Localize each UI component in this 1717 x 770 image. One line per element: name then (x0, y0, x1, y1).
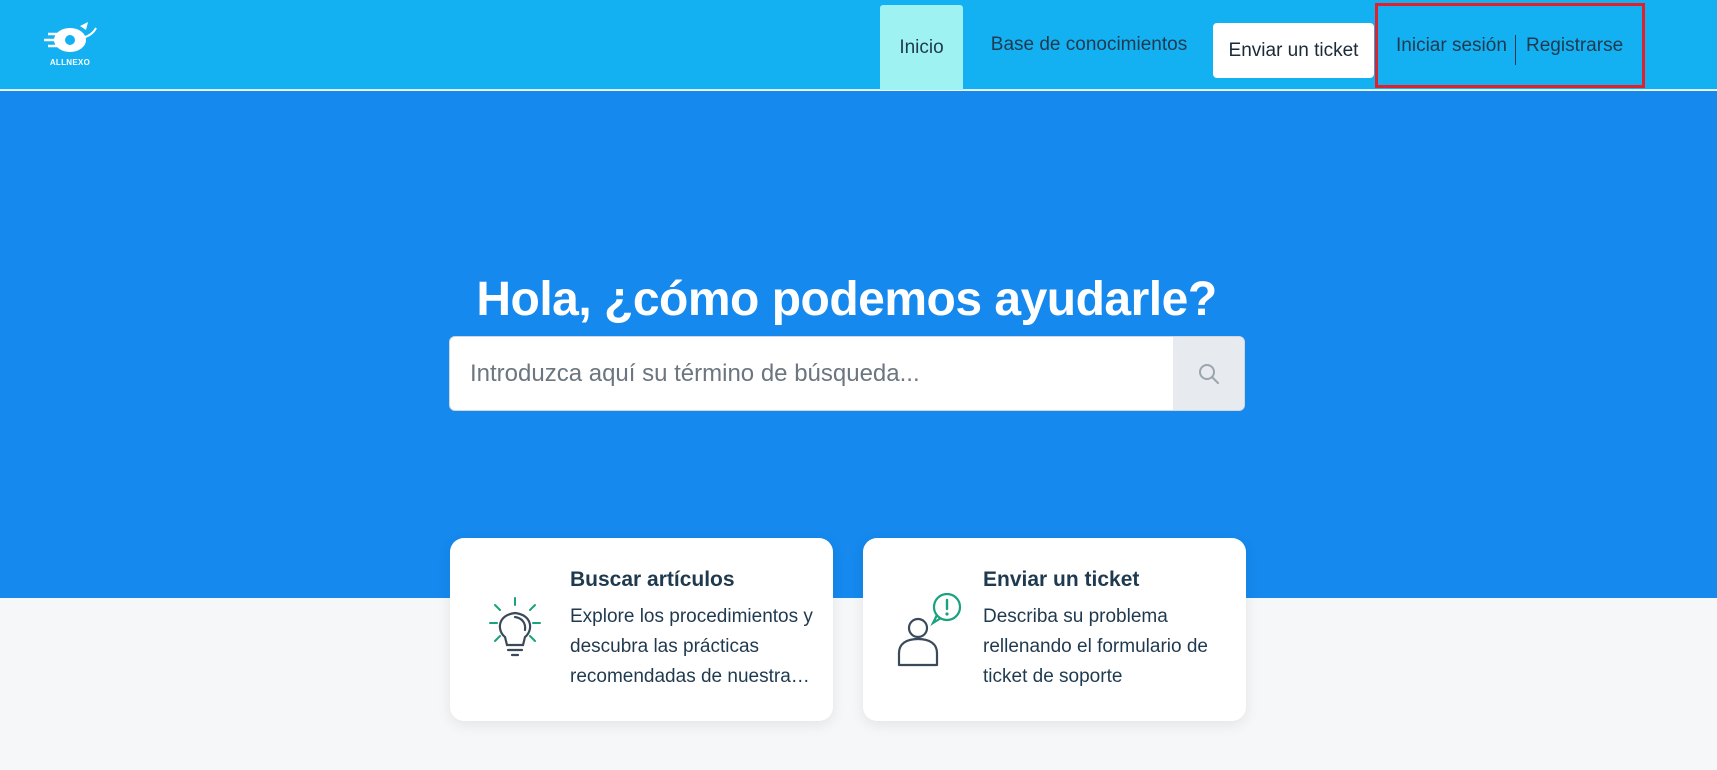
register-link[interactable]: Registrarse (1526, 6, 1623, 85)
card-title: Buscar artículos (570, 568, 735, 591)
top-header: ALLNEXO Inicio Base de conocimientos Env… (0, 0, 1717, 90)
auth-separator (1515, 35, 1516, 65)
search-input[interactable] (450, 337, 1174, 410)
search-icon (1198, 363, 1219, 384)
card-title: Enviar un ticket (983, 568, 1140, 591)
logo-text: ALLNEXO (49, 58, 91, 67)
nav-base-de-conocimientos[interactable]: Base de conocimientos (978, 0, 1200, 90)
logo-mark-icon (44, 22, 97, 52)
nav-inicio[interactable]: Inicio (880, 5, 963, 90)
login-link[interactable]: Iniciar sesión (1396, 6, 1507, 85)
card-description: Describa su problema rellenando el formu… (983, 606, 1208, 687)
user-alert-icon (888, 592, 968, 673)
card-description: Explore los procedimientos y descubra la… (570, 606, 813, 687)
auth-links-highlight: Iniciar sesión Registrarse (1375, 3, 1645, 88)
nav-enviar-ticket-button[interactable]: Enviar un ticket (1213, 23, 1374, 78)
hero-title: Hola, ¿cómo podemos ayudarle? (476, 273, 1217, 326)
search-bar (449, 336, 1245, 411)
card-enviar-ticket[interactable]: Enviar un ticket Describa su problema re… (863, 538, 1246, 721)
lightbulb-icon (475, 593, 555, 673)
card-buscar-articulos[interactable]: Buscar artículos Explore los procedimien… (450, 538, 833, 721)
search-button[interactable] (1173, 337, 1244, 410)
allnexo-logo[interactable]: ALLNEXO (40, 20, 100, 72)
